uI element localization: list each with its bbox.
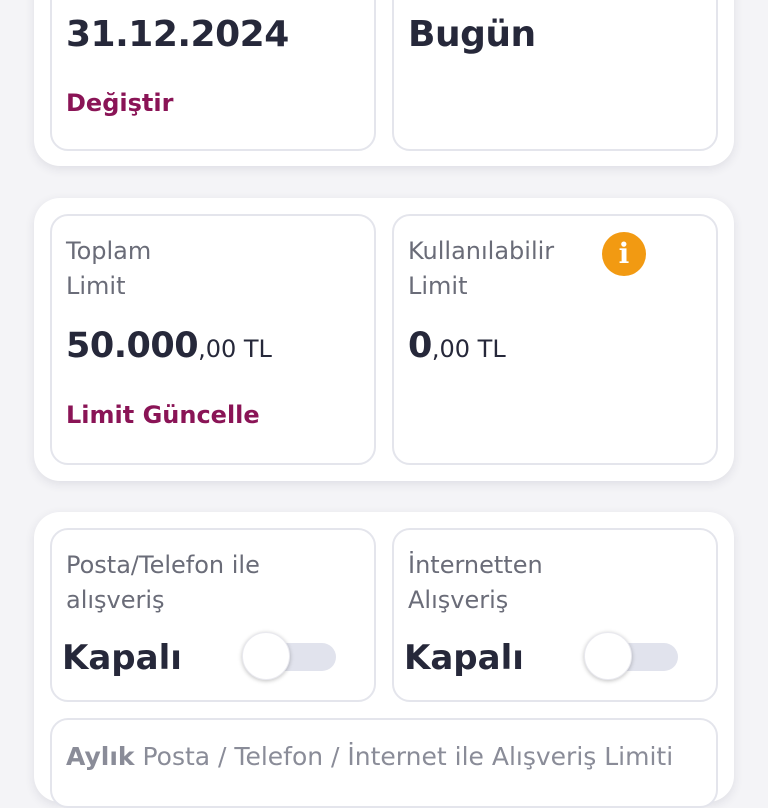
internet-shopping-tile: İnternetten Alışveriş Kapalı <box>392 528 718 702</box>
available-limit-amount-int: 0 <box>408 326 432 366</box>
internet-state: Kapalı <box>404 638 524 678</box>
mail-phone-shopping-tile: Posta/Telefon ile alışveriş Kapalı <box>50 528 376 702</box>
total-limit-amount-int: 50.000 <box>66 326 199 366</box>
internet-label-line1: İnternetten <box>408 551 543 579</box>
total-limit-amount-dec: ,00 TL <box>198 335 272 363</box>
mail-phone-toggle-knob <box>242 632 290 680</box>
total-limit-amount: 50.000,00 TL <box>66 326 272 366</box>
statement-date-tile: 31.12.2024 Değiştir <box>50 0 376 151</box>
internet-toggle[interactable] <box>584 632 680 680</box>
monthly-limit-prefix: Aylık <box>66 742 135 771</box>
available-limit-label-line1: Kullanılabilir <box>408 237 555 265</box>
mail-phone-state: Kapalı <box>62 638 182 678</box>
change-date-link[interactable]: Değiştir <box>66 89 173 117</box>
available-limit-amount: 0,00 TL <box>408 326 506 366</box>
available-limit-tile: Kullanılabilir Limit i 0,00 TL <box>392 214 718 465</box>
monthly-limit-text: Posta / Telefon / İnternet ile Alışveriş… <box>134 742 674 771</box>
total-limit-label-line1: Toplam <box>66 237 152 265</box>
statement-date-value: 31.12.2024 <box>66 14 289 55</box>
available-limit-label-line2: Limit <box>408 272 468 300</box>
available-limit-amount-dec: ,00 TL <box>431 335 506 363</box>
today-tile[interactable]: Bugün <box>392 0 718 151</box>
limit-update-link[interactable]: Limit Güncelle <box>66 401 260 429</box>
mail-phone-label-line1: Posta/Telefon ile <box>66 551 260 579</box>
mail-phone-label-line2: alışveriş <box>66 586 165 614</box>
internet-label-line2: Alışveriş <box>408 586 509 614</box>
shopping-permissions-card: Posta/Telefon ile alışveriş Kapalı İnter… <box>34 512 734 808</box>
monthly-limit-label: Aylık Posta / Telefon / İnternet ile Alı… <box>66 742 673 771</box>
total-limit-tile: Toplam Limit 50.000,00 TL Limit Güncelle <box>50 214 376 465</box>
total-limit-label-line2: Limit <box>66 272 126 300</box>
today-label: Bugün <box>408 14 536 55</box>
limits-card: Toplam Limit 50.000,00 TL Limit Güncelle… <box>34 198 734 481</box>
mail-phone-toggle[interactable] <box>242 632 338 680</box>
info-icon[interactable]: i <box>602 232 646 276</box>
internet-toggle-knob <box>584 632 632 680</box>
monthly-limit-tile[interactable]: Aylık Posta / Telefon / İnternet ile Alı… <box>50 718 718 808</box>
statement-date-card: 31.12.2024 Değiştir Bugün <box>34 0 734 166</box>
